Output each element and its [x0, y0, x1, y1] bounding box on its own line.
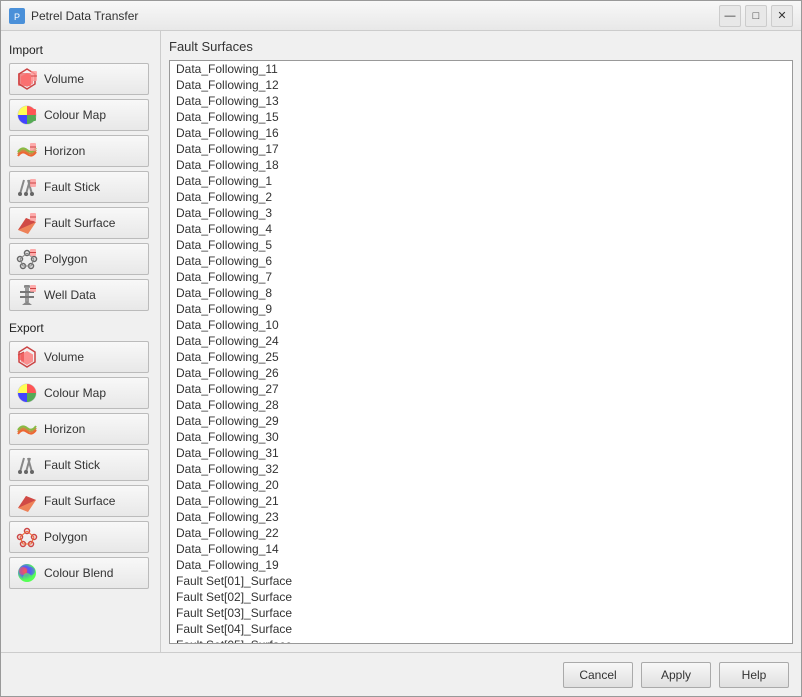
export-colour-blend-icon [16, 562, 38, 584]
export-colour-map-label: Colour Map [44, 386, 106, 400]
import-colour-map-label: Colour Map [44, 108, 106, 122]
import-polygon-icon [16, 248, 38, 270]
export-fault-stick-icon [16, 454, 38, 476]
import-fault-stick-icon [16, 176, 38, 198]
export-fault-surface-button[interactable]: Fault Surface [9, 485, 149, 517]
panel-title: Fault Surfaces [169, 39, 793, 54]
import-fault-surface-label: Fault Surface [44, 216, 115, 230]
import-colour-map-button[interactable]: Colour Map [9, 99, 149, 131]
list-item[interactable]: Data_Following_19 [170, 557, 792, 573]
title-bar: P Petrel Data Transfer — □ ✕ [1, 1, 801, 31]
import-section-label: Import [9, 43, 152, 57]
import-well-data-button[interactable]: Well Data [9, 279, 149, 311]
import-horizon-label: Horizon [44, 144, 85, 158]
list-item[interactable]: Data_Following_26 [170, 365, 792, 381]
list-item[interactable]: Data_Following_31 [170, 445, 792, 461]
main-window: P Petrel Data Transfer — □ ✕ Import [0, 0, 802, 697]
list-item[interactable]: Fault Set[02]_Surface [170, 589, 792, 605]
list-item[interactable]: Data_Following_20 [170, 477, 792, 493]
list-item[interactable]: Data_Following_11 [170, 61, 792, 77]
import-horizon-icon [16, 140, 38, 162]
list-item[interactable]: Data_Following_8 [170, 285, 792, 301]
maximize-button[interactable]: □ [745, 5, 767, 27]
export-polygon-label: Polygon [44, 530, 87, 544]
list-item[interactable]: Fault Set[03]_Surface [170, 605, 792, 621]
list-item[interactable]: Data_Following_1 [170, 173, 792, 189]
list-item[interactable]: Data_Following_32 [170, 461, 792, 477]
sidebar: Import Volume [1, 31, 161, 652]
export-horizon-icon [16, 418, 38, 440]
import-volume-icon [16, 68, 38, 90]
export-section-label: Export [9, 321, 152, 335]
list-item[interactable]: Data_Following_6 [170, 253, 792, 269]
minimize-button[interactable]: — [719, 5, 741, 27]
apply-button[interactable]: Apply [641, 662, 711, 688]
import-polygon-label: Polygon [44, 252, 87, 266]
import-horizon-button[interactable]: Horizon [9, 135, 149, 167]
export-horizon-button[interactable]: Horizon [9, 413, 149, 445]
list-item[interactable]: Data_Following_23 [170, 509, 792, 525]
import-polygon-button[interactable]: Polygon [9, 243, 149, 275]
import-fault-surface-button[interactable]: Fault Surface [9, 207, 149, 239]
list-item[interactable]: Data_Following_7 [170, 269, 792, 285]
list-item[interactable]: Data_Following_15 [170, 109, 792, 125]
window-controls: — □ ✕ [719, 5, 793, 27]
list-item[interactable]: Data_Following_29 [170, 413, 792, 429]
import-volume-label: Volume [44, 72, 84, 86]
list-item[interactable]: Data_Following_16 [170, 125, 792, 141]
list-item[interactable]: Data_Following_14 [170, 541, 792, 557]
export-horizon-label: Horizon [44, 422, 85, 436]
import-fault-stick-label: Fault Stick [44, 180, 100, 194]
export-colour-blend-label: Colour Blend [44, 566, 113, 580]
list-item[interactable]: Data_Following_3 [170, 205, 792, 221]
export-colour-map-icon [16, 382, 38, 404]
list-item[interactable]: Data_Following_17 [170, 141, 792, 157]
export-colour-blend-button[interactable]: Colour Blend [9, 557, 149, 589]
list-item[interactable]: Data_Following_12 [170, 77, 792, 93]
import-colour-map-icon [16, 104, 38, 126]
export-polygon-icon [16, 526, 38, 548]
list-item[interactable]: Data_Following_21 [170, 493, 792, 509]
import-fault-stick-button[interactable]: Fault Stick [9, 171, 149, 203]
main-panel: Fault Surfaces Data_Following_11Data_Fol… [161, 31, 801, 652]
list-item[interactable]: Data_Following_25 [170, 349, 792, 365]
export-fault-stick-label: Fault Stick [44, 458, 100, 472]
import-well-data-icon [16, 284, 38, 306]
bottom-bar: Cancel Apply Help [1, 652, 801, 696]
export-volume-label: Volume [44, 350, 84, 364]
list-item[interactable]: Data_Following_30 [170, 429, 792, 445]
list-item[interactable]: Data_Following_22 [170, 525, 792, 541]
export-fault-stick-button[interactable]: Fault Stick [9, 449, 149, 481]
svg-text:P: P [14, 12, 20, 22]
list-item[interactable]: Data_Following_28 [170, 397, 792, 413]
content-area: Import Volume [1, 31, 801, 652]
list-item[interactable]: Data_Following_2 [170, 189, 792, 205]
import-fault-surface-icon [16, 212, 38, 234]
export-volume-icon [16, 346, 38, 368]
app-icon: P [9, 8, 25, 24]
import-well-data-label: Well Data [44, 288, 96, 302]
export-colour-map-button[interactable]: Colour Map [9, 377, 149, 409]
list-item[interactable]: Data_Following_24 [170, 333, 792, 349]
window-title: Petrel Data Transfer [31, 9, 719, 23]
list-item[interactable]: Data_Following_27 [170, 381, 792, 397]
list-item[interactable]: Data_Following_18 [170, 157, 792, 173]
export-fault-surface-label: Fault Surface [44, 494, 115, 508]
list-item[interactable]: Fault Set[01]_Surface [170, 573, 792, 589]
fault-surfaces-list[interactable]: Data_Following_11Data_Following_12Data_F… [169, 60, 793, 644]
export-fault-surface-icon [16, 490, 38, 512]
export-volume-button[interactable]: Volume [9, 341, 149, 373]
list-item[interactable]: Data_Following_9 [170, 301, 792, 317]
cancel-button[interactable]: Cancel [563, 662, 633, 688]
help-button[interactable]: Help [719, 662, 789, 688]
list-item[interactable]: Data_Following_5 [170, 237, 792, 253]
list-item[interactable]: Data_Following_4 [170, 221, 792, 237]
import-volume-button[interactable]: Volume [9, 63, 149, 95]
close-button[interactable]: ✕ [771, 5, 793, 27]
list-item[interactable]: Fault Set[04]_Surface [170, 621, 792, 637]
export-polygon-button[interactable]: Polygon [9, 521, 149, 553]
list-item[interactable]: Data_Following_13 [170, 93, 792, 109]
list-item[interactable]: Fault Set[05]_Surface [170, 637, 792, 644]
list-item[interactable]: Data_Following_10 [170, 317, 792, 333]
